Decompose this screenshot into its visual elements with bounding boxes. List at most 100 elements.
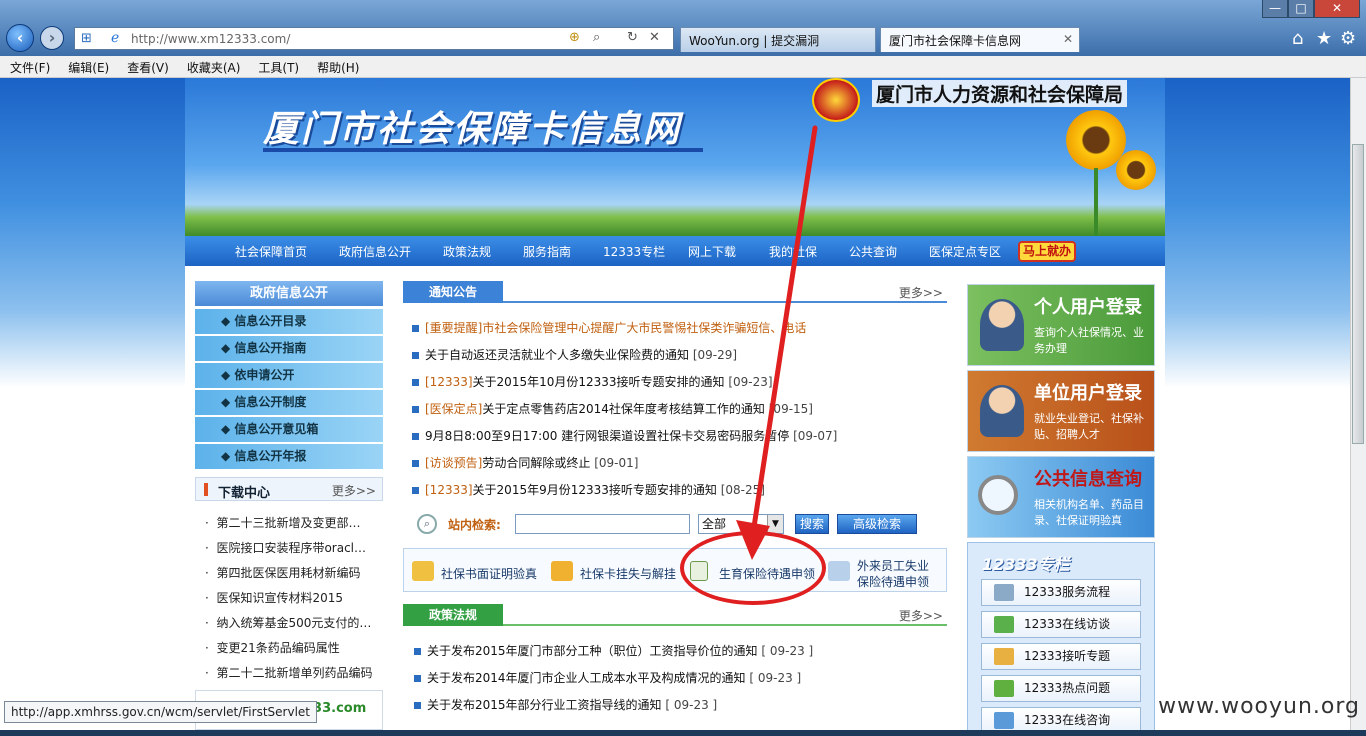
add-icon[interactable]: ⊞ bbox=[81, 31, 92, 46]
gear-icon[interactable]: ⚙ bbox=[1340, 28, 1356, 49]
tab-xm12333[interactable]: 厦门市社会保障卡信息网 ✕ bbox=[880, 27, 1080, 52]
tab-label: 厦门市社会保障卡信息网 bbox=[889, 34, 1022, 48]
personal-login-panel[interactable]: 个人用户登录 查询个人社保情况、业务办理 bbox=[967, 284, 1155, 366]
compat-icon[interactable]: ⊕ bbox=[569, 30, 580, 45]
minimize-button[interactable]: — bbox=[1262, 0, 1288, 18]
nav-item-gov-info[interactable]: 政府信息公开 bbox=[339, 243, 411, 260]
download-item[interactable]: · 变更21条药品编码属性 bbox=[205, 639, 340, 656]
personal-login-title: 个人用户登录 bbox=[1034, 297, 1142, 318]
download-item[interactable]: · 纳入统筹基金500元支付的… bbox=[205, 614, 371, 631]
notice-item[interactable]: [重要提醒]市社会保险管理中心提醒广大市民警惕社保类诈骗短信、电话 bbox=[412, 319, 806, 336]
policy-item[interactable]: 关于发布2015年部分行业工资指导线的通知 [ 09-23 ] bbox=[414, 696, 717, 713]
menu-help[interactable]: 帮助(H) bbox=[307, 56, 367, 76]
menu-favorites[interactable]: 收藏夹(A) bbox=[177, 56, 249, 76]
notice-item[interactable]: 9月8日8:00至9日17:00 建行网银渠道设置社保卡交易密码服务暂停 [09… bbox=[412, 427, 837, 444]
maximize-button[interactable]: □ bbox=[1288, 0, 1314, 18]
nav-item-home[interactable]: 社会保障首页 bbox=[235, 243, 307, 260]
chevron-down-icon[interactable]: ▼ bbox=[767, 515, 783, 533]
left-item-system[interactable]: ◆ 信息公开制度 bbox=[195, 390, 383, 415]
service-unemployment-line1[interactable]: 外来员工失业 bbox=[857, 557, 929, 574]
national-emblem-icon bbox=[812, 78, 860, 122]
search-button[interactable]: 搜索 bbox=[795, 514, 829, 534]
worker-icon bbox=[828, 561, 850, 581]
service-cert-verify[interactable]: 社保书面证明验真 bbox=[441, 565, 537, 582]
notice-text: 关于自动返还灵活就业个人多缴失业保险费的通知 bbox=[425, 348, 690, 362]
column-12333-item[interactable]: 12333热点问题 bbox=[981, 675, 1141, 702]
download-item[interactable]: · 第二十三批新增及变更部… bbox=[205, 514, 360, 531]
notice-item[interactable]: [12333]关于2015年9月份12333接听专题安排的通知 [08-25] bbox=[412, 481, 765, 498]
nav-item-policy[interactable]: 政策法规 bbox=[443, 243, 491, 260]
menu-edit[interactable]: 编辑(E) bbox=[58, 56, 117, 76]
download-item[interactable]: · 医院接口安装程序带oracl… bbox=[205, 539, 366, 556]
left-item-apply[interactable]: ◆ 依申请公开 bbox=[195, 363, 383, 388]
menu-view[interactable]: 查看(V) bbox=[117, 56, 177, 76]
tab-wooyun[interactable]: WooYun.org | 提交漏洞 bbox=[680, 27, 876, 52]
download-item[interactable]: · 第四批医保医用耗材新编码 bbox=[205, 564, 360, 581]
policy-item[interactable]: 关于发布2014年厦门市企业人工成本水平及构成情况的通知 [ 09-23 ] bbox=[414, 669, 801, 686]
favorites-star-icon[interactable]: ★ bbox=[1316, 28, 1332, 49]
nav-item-service-guide[interactable]: 服务指南 bbox=[523, 243, 571, 260]
policy-more-link[interactable]: 更多>> bbox=[899, 607, 943, 624]
notice-item[interactable]: [访谈预告]劳动合同解除或终止 [09-01] bbox=[412, 454, 638, 471]
nav-item-12333[interactable]: 12333专栏 bbox=[603, 243, 665, 260]
download-item-label: 变更21条药品编码属性 bbox=[216, 641, 340, 655]
url-text[interactable]: http://www.xm12333.com/ bbox=[131, 32, 290, 46]
policy-date: [ 09-23 ] bbox=[665, 698, 718, 712]
menu-file[interactable]: 文件(F) bbox=[0, 56, 58, 76]
left-item-guide[interactable]: ◆ 信息公开指南 bbox=[195, 336, 383, 361]
service-unemployment-line2[interactable]: 保险待遇申领 bbox=[857, 573, 929, 590]
advanced-search-button[interactable]: 高级检索 bbox=[837, 514, 917, 534]
personal-login-sub: 查询个人社保情况、业务办理 bbox=[1034, 326, 1144, 355]
nav-item-my-insurance[interactable]: 我的社保 bbox=[769, 243, 817, 260]
service-card-loss[interactable]: 社保卡挂失与解挂 bbox=[580, 565, 676, 582]
policy-header: 政策法规 更多>> bbox=[403, 604, 947, 626]
forward-arrow-icon[interactable]: › bbox=[40, 26, 64, 50]
download-item[interactable]: · 第二十二批新增单列药品编码 bbox=[205, 664, 372, 681]
menu-tools[interactable]: 工具(T) bbox=[248, 56, 307, 76]
public-query-panel[interactable]: 公共信息查询 相关机构名单、药品目录、社保证明验真 bbox=[967, 456, 1155, 538]
notice-tag: [12333] bbox=[425, 375, 473, 389]
search-icon[interactable]: ⌕ bbox=[593, 30, 600, 45]
left-item-label: 信息公开制度 bbox=[234, 395, 307, 409]
site-title: 厦门市社会保障卡信息网 bbox=[263, 109, 682, 150]
download-item[interactable]: · 医保知识宣传材料2015 bbox=[205, 589, 343, 606]
download-item-label: 医保知识宣传材料2015 bbox=[216, 591, 343, 605]
bullet-icon bbox=[412, 433, 419, 440]
column-12333-item[interactable]: 12333在线访谈 bbox=[981, 611, 1141, 638]
address-bar[interactable]: ⊞ ℯ http://www.xm12333.com/ ⊕ ⌕ ↻ ✕ bbox=[74, 27, 674, 50]
policy-text: 关于发布2014年厦门市企业人工成本水平及构成情况的通知 bbox=[427, 671, 746, 685]
unit-login-title: 单位用户登录 bbox=[1034, 383, 1142, 404]
home-icon[interactable]: ⌂ bbox=[1292, 28, 1303, 49]
close-tab-icon[interactable]: ✕ bbox=[1063, 32, 1073, 46]
column-12333-item[interactable]: 12333接听专题 bbox=[981, 643, 1141, 670]
column-12333-item[interactable]: 12333服务流程 bbox=[981, 579, 1141, 606]
notice-item[interactable]: 关于自动返还灵活就业个人多缴失业保险费的通知 [09-29] bbox=[412, 346, 737, 363]
left-item-report[interactable]: ◆ 信息公开年报 bbox=[195, 444, 383, 469]
notice-text: 劳动合同解除或终止 bbox=[482, 456, 591, 470]
left-item-catalog[interactable]: ◆ 信息公开目录 bbox=[195, 309, 383, 334]
plus-icon bbox=[994, 680, 1014, 697]
nav-item-download[interactable]: 网上下载 bbox=[688, 243, 736, 260]
bullet-icon bbox=[412, 460, 419, 467]
refresh-icon[interactable]: ↻ bbox=[627, 30, 638, 45]
back-arrow-icon[interactable]: ‹ bbox=[6, 24, 34, 52]
unit-login-panel[interactable]: 单位用户登录 就业失业登记、社保补贴、招聘人才 bbox=[967, 370, 1155, 452]
download-item-label: 医院接口安装程序带oracl… bbox=[216, 541, 367, 555]
notice-item[interactable]: [12333]关于2015年10月份12333接听专题安排的通知 [09-23] bbox=[412, 373, 773, 390]
scrollbar-thumb[interactable] bbox=[1352, 144, 1364, 444]
nav-item-medical[interactable]: 医保定点专区 bbox=[929, 243, 1001, 260]
close-window-button[interactable]: ✕ bbox=[1314, 0, 1360, 18]
site-search-input[interactable] bbox=[515, 514, 690, 534]
stop-icon[interactable]: ✕ bbox=[649, 30, 660, 45]
nav-item-public-query[interactable]: 公共查询 bbox=[849, 243, 897, 260]
mashang-button[interactable]: 马上就办 bbox=[1018, 241, 1076, 262]
left-item-feedback[interactable]: ◆ 信息公开意见箱 bbox=[195, 417, 383, 442]
notice-item[interactable]: [医保定点]关于定点零售药店2014社保年度考核结算工作的通知 [09-15] bbox=[412, 400, 813, 417]
policy-item[interactable]: 关于发布2015年厦门市部分工种（职位）工资指导价位的通知 [ 09-23 ] bbox=[414, 642, 813, 659]
download-more-link[interactable]: 更多>> bbox=[332, 482, 376, 499]
menu-bar: 文件(F) 编辑(E) 查看(V) 收藏夹(A) 工具(T) 帮助(H) bbox=[0, 56, 1366, 78]
magnifier-icon: ⌕ bbox=[417, 514, 437, 534]
notice-more-link[interactable]: 更多>> bbox=[899, 284, 943, 301]
magnifier-icon bbox=[978, 475, 1018, 515]
certificate-icon bbox=[412, 561, 434, 581]
